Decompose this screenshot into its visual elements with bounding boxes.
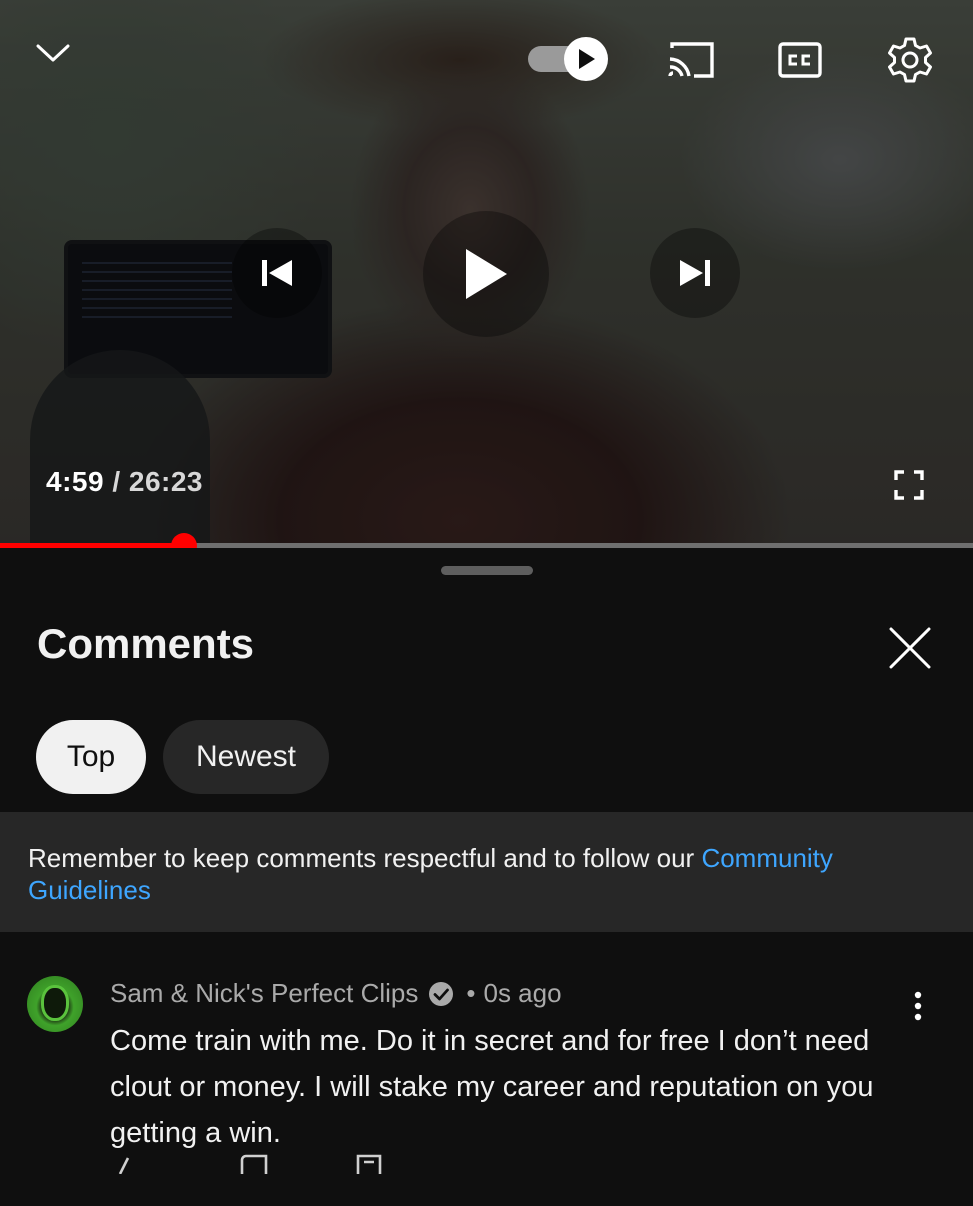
like-icon[interactable] (110, 1154, 140, 1174)
avatar[interactable] (27, 976, 83, 1032)
minimize-player-button[interactable] (30, 30, 76, 76)
close-comments-button[interactable] (884, 622, 936, 674)
next-video-button[interactable] (650, 228, 740, 318)
comment-timestamp: 0s ago (483, 978, 562, 1008)
play-pause-button[interactable] (423, 211, 549, 337)
comment-author[interactable]: Sam & Nick's Perfect Clips (110, 978, 418, 1009)
comment-body: Come train with me. Do it in secret and … (110, 1025, 874, 1149)
closed-captions-icon (778, 42, 822, 78)
play-small-icon (579, 49, 595, 69)
previous-icon (262, 260, 292, 286)
autoplay-knob (564, 37, 608, 81)
reply-icon[interactable] (354, 1154, 384, 1174)
drag-handle[interactable] (441, 566, 533, 575)
settings-gear-icon (888, 37, 932, 83)
community-notice: Remember to keep comments respectful and… (0, 812, 973, 932)
meta-separator: • (466, 978, 476, 1008)
sort-chip-newest[interactable]: Newest (163, 720, 329, 794)
close-icon (889, 627, 931, 669)
cast-icon (668, 42, 714, 78)
notice-paragraph: Remember to keep comments respectful and… (28, 842, 948, 906)
comment-item: Sam & Nick's Perfect Clips • 0s ago Come… (0, 966, 973, 1206)
autoplay-toggle[interactable] (526, 36, 612, 82)
time-separator: / (112, 466, 121, 497)
more-vertical-icon (914, 991, 922, 1021)
notice-text: Remember to keep comments respectful and… (28, 843, 702, 873)
captions-button[interactable] (776, 36, 824, 84)
comments-panel: Comments Top Newest Remember to keep com… (0, 548, 973, 1200)
current-time: 4:59 (46, 466, 105, 497)
video-player[interactable]: 4:59 / 26:23 (0, 0, 973, 548)
fullscreen-button[interactable] (888, 464, 930, 506)
chevron-down-icon (36, 44, 70, 62)
cast-button[interactable] (664, 36, 718, 84)
comments-title: Comments (37, 620, 255, 667)
play-icon (466, 249, 507, 299)
next-icon (680, 260, 710, 286)
time-display: 4:59 / 26:23 (46, 466, 203, 498)
comment-header: Sam & Nick's Perfect Clips • 0s ago (110, 978, 562, 1009)
previous-video-button[interactable] (232, 228, 322, 318)
sort-chip-top[interactable]: Top (36, 720, 146, 794)
dislike-icon[interactable] (238, 1154, 272, 1174)
verified-badge-icon (428, 981, 454, 1007)
total-duration: 26:23 (128, 466, 204, 497)
fullscreen-icon (894, 470, 924, 500)
settings-button[interactable] (884, 34, 936, 86)
